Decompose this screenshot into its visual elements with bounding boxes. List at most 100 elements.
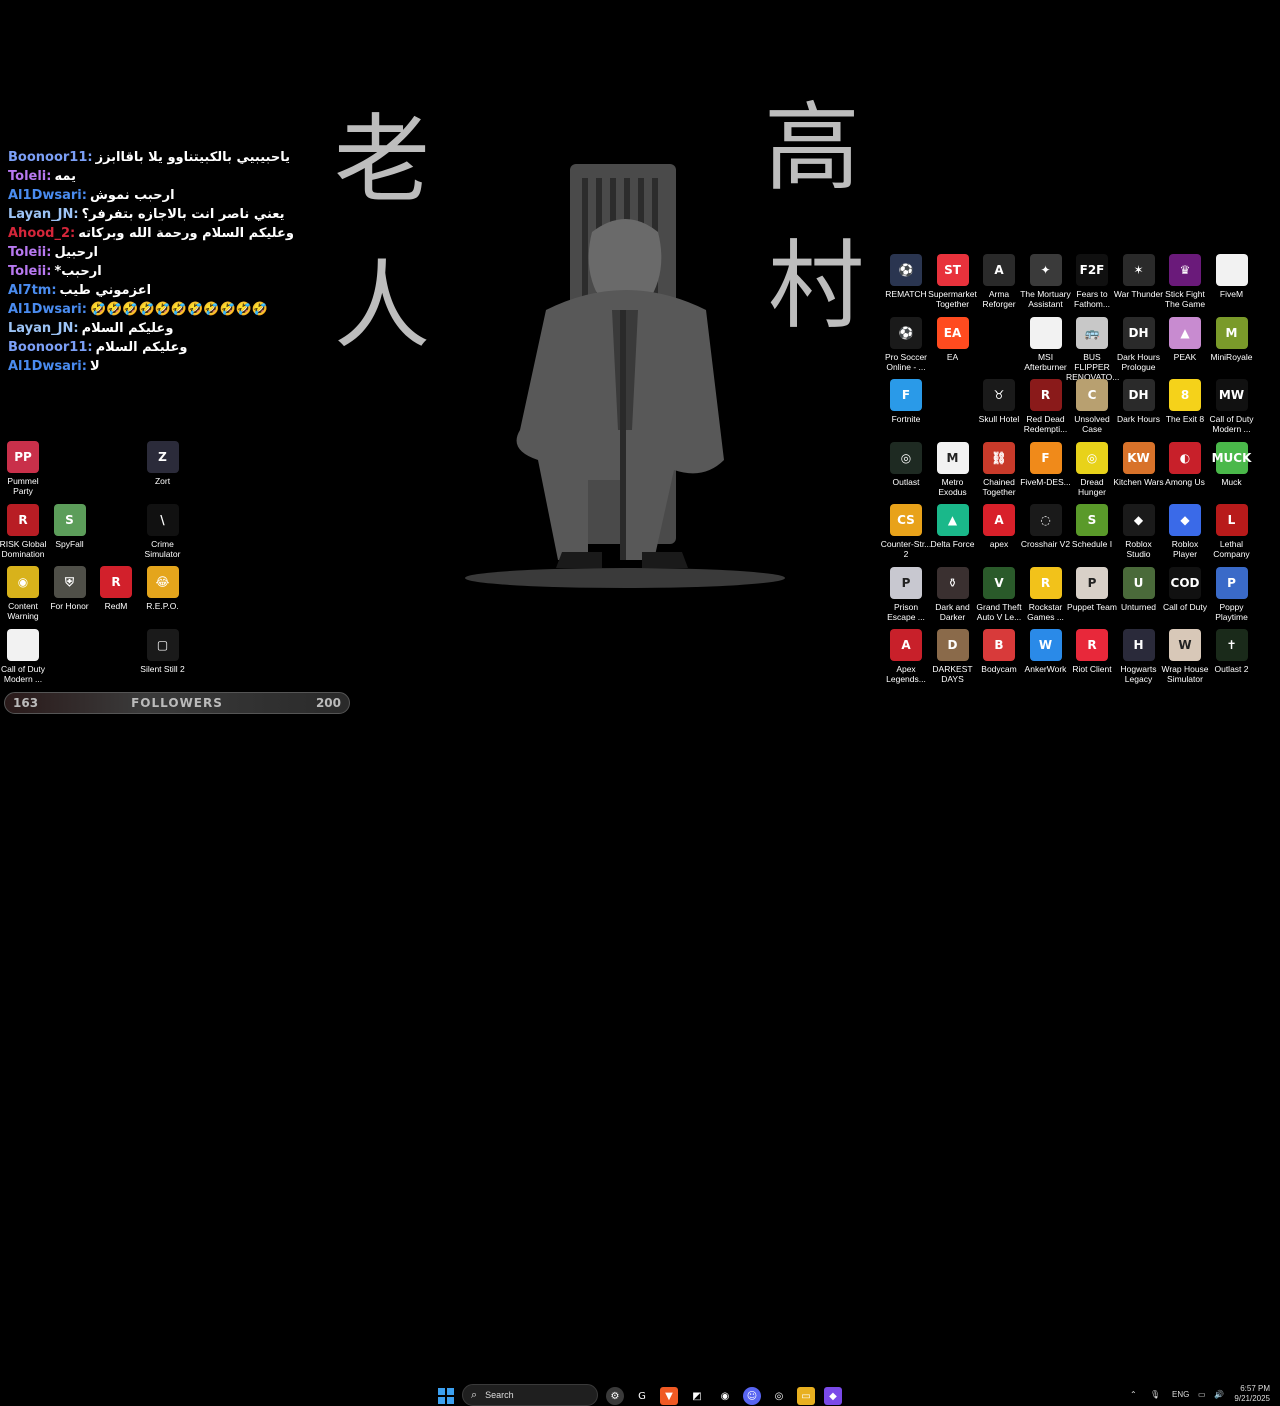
desktop-shortcut[interactable]: A Arma Reforger	[973, 254, 1025, 309]
desktop-shortcut[interactable]: ♛ Stick Fight The Game	[1159, 254, 1211, 309]
desktop-shortcut[interactable]: ⛓ Chained Together	[973, 441, 1025, 497]
desktop-shortcut[interactable]: C Unsolved Case	[1066, 379, 1118, 434]
shortcut-label: Crime Simulator	[144, 538, 181, 559]
desktop-shortcut[interactable]: Z Zort	[137, 441, 189, 486]
desktop-shortcut[interactable]: ST Supermarket Together	[927, 254, 979, 309]
desktop-shortcut[interactable]: CS Counter-Str... 2	[880, 504, 932, 559]
desktop-shortcut[interactable]: M Metro Exodus	[927, 441, 979, 497]
shortcut-label: Muck	[1221, 476, 1242, 487]
app-icon: R	[1076, 629, 1108, 661]
volume-icon[interactable]: 🔊	[1214, 1390, 1224, 1399]
desktop-shortcut[interactable]: P Poppy Playtime	[1206, 566, 1258, 622]
chat-username: Toleii:	[8, 245, 52, 260]
desktop-shortcut[interactable]: FiveM	[1206, 254, 1258, 299]
desktop-shortcut[interactable]: ✶ War Thunder	[1113, 254, 1165, 299]
desktop-shortcut[interactable]: \ Crime Simulator	[137, 503, 189, 559]
desktop-shortcut[interactable]: ✦ The Mortuary Assistant	[1020, 254, 1072, 309]
windows-start-icon[interactable]	[437, 1387, 455, 1405]
shortcut-label: Riot Client	[1072, 664, 1112, 674]
g-hub-icon[interactable]: G	[633, 1387, 651, 1405]
desktop-shortcut[interactable]: ◌ Crosshair V2	[1020, 504, 1072, 549]
desktop-shortcut[interactable]: M MiniRoyale	[1206, 316, 1258, 362]
desktop-shortcut[interactable]: S Schedule I	[1066, 504, 1118, 549]
app-icon: PP	[7, 441, 39, 473]
chat-username: Al1Dwsari:	[8, 359, 87, 374]
desktop-shortcut[interactable]: 🚌 BUS FLIPPER RENOVATO...	[1066, 316, 1119, 382]
app-icon[interactable]: ◩	[688, 1387, 706, 1405]
desktop-shortcut[interactable]: ⛨ For Honor	[44, 566, 96, 611]
desktop-shortcut[interactable]: EA EA	[927, 316, 979, 362]
desktop-shortcut[interactable]: F Fortnite	[880, 379, 932, 424]
desktop-shortcut[interactable]: R RISK Global Domination	[0, 503, 49, 559]
desktop-shortcut[interactable]: ◐ Among Us	[1159, 441, 1211, 487]
obs-icon[interactable]: ◉	[716, 1387, 734, 1405]
desktop-shortcut[interactable]: R Red Dead Redempti...	[1020, 379, 1072, 434]
microphone-icon[interactable]: 🎙	[1150, 1390, 1160, 1399]
file-explorer-icon[interactable]: ▭	[797, 1387, 815, 1405]
desktop-shortcut[interactable]: Call of Duty Modern ...	[0, 628, 49, 684]
desktop-shortcut[interactable]: W Wrap House Simulator	[1159, 629, 1211, 684]
desktop-shortcut[interactable]: ◉ Content Warning	[0, 566, 49, 621]
desktop-shortcut[interactable]: 8 The Exit 8	[1159, 379, 1211, 424]
app-icon: ✝	[1215, 629, 1248, 661]
desktop-shortcut[interactable]: ◆ Roblox Player	[1159, 504, 1211, 559]
app-icon: ◎	[890, 441, 922, 474]
discord-icon[interactable]: ☺	[743, 1387, 761, 1405]
desktop-shortcut[interactable]: MUCK Muck	[1206, 441, 1258, 487]
desktop-shortcut[interactable]: P Prison Escape ...	[880, 566, 932, 622]
desktop-shortcut[interactable]: W AnkerWork	[1020, 629, 1072, 674]
desktop-shortcut[interactable]: ◆ Roblox Studio	[1113, 504, 1165, 559]
app-icon	[1029, 316, 1062, 349]
desktop-shortcut[interactable]: COD Call of Duty	[1159, 566, 1211, 612]
desktop-shortcut[interactable]: Aapex	[973, 504, 1025, 549]
desktop-shortcut[interactable]: R Rockstar Games ...	[1020, 566, 1072, 622]
chat-username: Boonoor11:	[8, 150, 93, 165]
desktop-shortcut[interactable]: V Grand Theft Auto V Le...	[973, 566, 1025, 622]
desktop-shortcut[interactable]: R Riot Client	[1066, 629, 1118, 674]
app-icon: P	[1215, 566, 1248, 599]
desktop-shortcut[interactable]: MW Call of Duty Modern ...	[1206, 379, 1258, 434]
desktop-shortcut[interactable]: U Unturned	[1113, 566, 1165, 612]
desktop-shortcut[interactable]: D DARKEST DAYS	[927, 629, 979, 684]
language-indicator[interactable]: ENG	[1172, 1390, 1189, 1399]
desktop-shortcut[interactable]: KW Kitchen Wars	[1113, 441, 1165, 487]
desktop-shortcut[interactable]: L Lethal Company	[1206, 504, 1258, 559]
desktop-shortcut[interactable]: P Puppet Team	[1066, 566, 1118, 612]
app-purple-icon[interactable]: ◆	[824, 1387, 842, 1405]
desktop-shortcut[interactable]: ◎ Dread Hunger	[1066, 441, 1118, 497]
desktop-shortcut[interactable]: A Apex Legends...	[880, 629, 932, 684]
desktop-shortcut[interactable]: ▢ Silent Still 2	[137, 628, 189, 674]
desktop-shortcut[interactable]: ⚽ Pro Soccer Online - ...	[880, 316, 932, 372]
steam-icon[interactable]: ◎	[770, 1387, 788, 1405]
desktop-shortcut[interactable]: 😂 R.E.P.O.	[137, 566, 189, 611]
app-icon: A	[983, 254, 1015, 286]
desktop-shortcut[interactable]: H Hogwarts Legacy	[1113, 629, 1165, 684]
desktop-shortcut[interactable]: ◎ Outlast	[880, 441, 932, 487]
desktop-shortcut[interactable]: ♉ Skull Hotel	[973, 379, 1025, 424]
desktop-shortcut[interactable]: F2F Fears to Fathom...	[1066, 254, 1118, 309]
chat-message: Toleli: يمه	[8, 167, 268, 186]
chat-message: Al7tm: اعزموني طيب	[8, 281, 268, 300]
desktop-shortcut[interactable]: ▲ Delta Force	[927, 504, 979, 549]
settings-app-icon[interactable]: ⚙	[606, 1387, 624, 1405]
clock[interactable]: 6:57 PM 9/21/2025	[1232, 1384, 1270, 1404]
desktop-shortcut[interactable]: PP Pummel Party	[0, 441, 49, 496]
desktop-shortcut[interactable]: ⚱ Dark and Darker	[927, 566, 979, 622]
desktop-shortcut[interactable]: ✝ Outlast 2	[1206, 629, 1258, 674]
network-icon[interactable]: ▭	[1198, 1390, 1206, 1399]
chat-message: Boonoor11: وعليكم السلام	[8, 338, 268, 357]
shortcut-label: Grand Theft Auto V Le...	[976, 601, 1022, 622]
brave-browser-icon[interactable]: ▼	[660, 1387, 678, 1405]
desktop-shortcut[interactable]: R RedM	[90, 566, 142, 611]
desktop-shortcut[interactable]: MSI Afterburner	[1020, 316, 1072, 372]
desktop-shortcut[interactable]: DH Dark Hours Prologue	[1113, 316, 1165, 372]
desktop-shortcut[interactable]: B Bodycam	[973, 629, 1025, 674]
taskbar-search[interactable]: ⌕ Search	[462, 1384, 598, 1406]
shortcut-label: PEAK	[1173, 351, 1197, 362]
desktop-shortcut[interactable]: F FiveM-DES...	[1020, 441, 1072, 487]
desktop-shortcut[interactable]: DH Dark Hours	[1113, 379, 1165, 424]
desktop-shortcut[interactable]: ▲ PEAK	[1159, 316, 1211, 362]
chevron-up-icon[interactable]: ⌃	[1130, 1390, 1137, 1399]
desktop-shortcut[interactable]: ⚽ REMATCH	[880, 254, 932, 299]
desktop-shortcut[interactable]: S SpyFall	[44, 503, 96, 549]
